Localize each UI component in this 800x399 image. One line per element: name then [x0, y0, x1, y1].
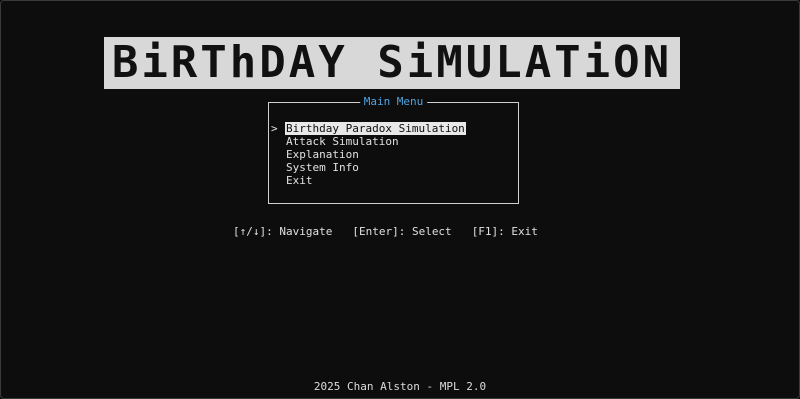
- selection-cursor: >: [271, 122, 278, 135]
- main-menu-panel: Main Menu > Birthday Paradox Simulation …: [268, 95, 519, 204]
- menu-item-label: Birthday Paradox Simulation: [285, 122, 466, 135]
- menu-item-attack-simulation[interactable]: Attack Simulation: [271, 135, 466, 148]
- menu-item-system-info[interactable]: System Info: [271, 161, 466, 174]
- menu-title: Main Menu: [359, 95, 428, 109]
- banner-title: BiRThDAY SiMULATiON: [111, 37, 673, 88]
- hint-navigate: [↑/↓]: Navigate: [233, 225, 333, 238]
- menu-item-label: Attack Simulation: [286, 135, 399, 148]
- hint-exit: [F1]: Exit: [471, 225, 538, 238]
- menu-item-explanation[interactable]: Explanation: [271, 148, 466, 161]
- keybinding-hints: [↑/↓]: Navigate [Enter]: Select [F1]: Exit: [233, 225, 538, 238]
- hint-select: [Enter]: Select: [352, 225, 452, 238]
- menu-item-label: System Info: [286, 161, 359, 174]
- menu-item-birthday-paradox-simulation[interactable]: > Birthday Paradox Simulation: [271, 122, 466, 135]
- menu-list: > Birthday Paradox Simulation Attack Sim…: [271, 122, 466, 187]
- menu-item-label: Explanation: [286, 148, 359, 161]
- title-banner: BiRThDAY SiMULATiON: [104, 37, 680, 89]
- menu-item-label: Exit: [286, 174, 313, 187]
- footer-copyright: 2025 Chan Alston - MPL 2.0: [313, 380, 487, 393]
- menu-item-exit[interactable]: Exit: [271, 174, 466, 187]
